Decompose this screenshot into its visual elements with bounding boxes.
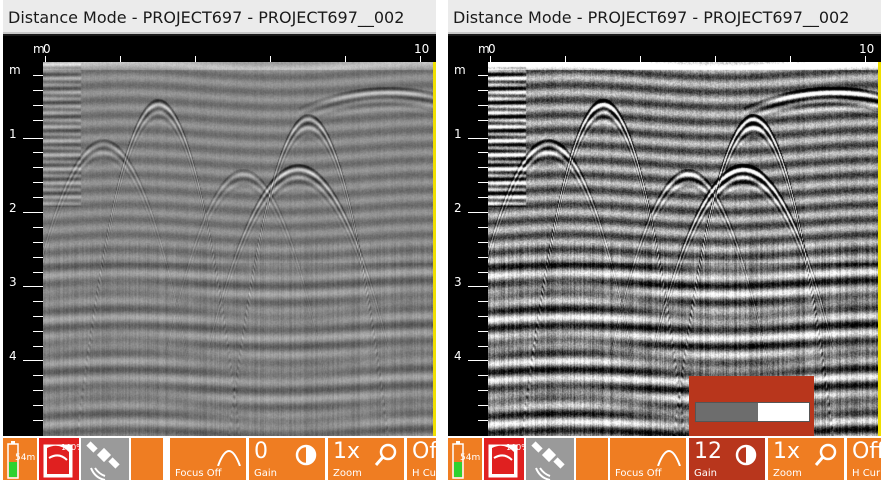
gain-button[interactable]: 12 Gain: [689, 438, 765, 480]
window-title: Distance Mode - PROJECT697 - PROJECT697_…: [448, 0, 881, 34]
radargram-panel-right: Distance Mode - PROJECT697 - PROJECT697_…: [448, 0, 881, 480]
satellite-icon: [531, 441, 565, 480]
storage-status: 100%: [484, 438, 529, 480]
depth-axis: m 1 2 3 4: [448, 62, 488, 436]
position-cursor: [433, 62, 436, 436]
distance-axis: m 0 10: [448, 36, 881, 62]
menu-button[interactable]: [576, 438, 608, 480]
battery-status: 54m: [3, 438, 37, 480]
curve-icon: [657, 450, 681, 466]
zoom-button[interactable]: 1x Zoom: [328, 438, 404, 480]
radargram-image[interactable]: [43, 62, 433, 436]
depth-label-2: 2: [9, 201, 17, 215]
gain-button[interactable]: 0 Gain: [249, 438, 325, 480]
h-cursor-value: Off: [852, 439, 881, 464]
gain-value: 12: [694, 439, 722, 464]
x-axis-end-label: 10: [414, 42, 430, 56]
gain-slider-fill[interactable]: [758, 403, 809, 421]
magnifier-icon: [814, 443, 837, 466]
bottom-toolbar: 54m 100% Focus Off: [448, 436, 881, 480]
menu-button[interactable]: [131, 438, 163, 480]
h-cursor-button[interactable]: Off H Cur: [407, 438, 436, 480]
satellite-icon: [86, 441, 120, 480]
zoom-value: 1x: [773, 439, 801, 464]
h-cursor-value: Off: [412, 439, 436, 464]
depth-label-3: 3: [454, 275, 462, 289]
depth-label-4: 4: [9, 349, 17, 363]
gain-adjust-popup[interactable]: [689, 376, 814, 438]
gain-value: 0: [254, 439, 268, 464]
window-title: Distance Mode - PROJECT697 - PROJECT697_…: [3, 0, 436, 34]
depth-label-1: 1: [454, 127, 462, 141]
battery-status: 54m: [448, 438, 482, 480]
depth-label-1: 1: [9, 127, 17, 141]
y-axis-unit: m: [454, 63, 466, 77]
zoom-label: Zoom: [333, 468, 362, 479]
storage-status: 100%: [39, 438, 84, 480]
zoom-button[interactable]: 1x Zoom: [768, 438, 844, 480]
depth-axis: m 1 2 3 4: [3, 62, 43, 436]
h-cursor-label: H Cur: [412, 468, 436, 479]
radargram-image[interactable]: [488, 62, 878, 436]
position-cursor: [878, 62, 881, 436]
battery-label: 54m: [15, 453, 36, 463]
gain-slider[interactable]: [695, 402, 810, 422]
focus-button[interactable]: Focus Off: [610, 438, 686, 480]
depth-label-4: 4: [454, 349, 462, 363]
gps-status[interactable]: [81, 438, 129, 480]
zoom-value: 1x: [333, 439, 361, 464]
focus-button[interactable]: Focus Off: [170, 438, 246, 480]
gain-label: Gain: [254, 468, 277, 479]
contrast-icon: [295, 444, 317, 466]
h-cursor-button[interactable]: Off H Cur: [847, 438, 881, 480]
distance-axis: m 0 10: [3, 36, 436, 62]
depth-label-2: 2: [454, 201, 462, 215]
x-axis-start-label: 0: [43, 42, 51, 56]
contrast-icon: [735, 444, 757, 466]
focus-label: Focus Off: [615, 468, 662, 479]
y-axis-unit: m: [9, 63, 21, 77]
zoom-label: Zoom: [773, 468, 802, 479]
curve-icon: [217, 450, 241, 466]
bottom-toolbar: 54m 100% Focus Off: [3, 436, 436, 480]
focus-label: Focus Off: [175, 468, 222, 479]
gain-label: Gain: [694, 468, 717, 479]
radargram-panel-left: Distance Mode - PROJECT697 - PROJECT697_…: [3, 0, 436, 480]
gps-status[interactable]: [526, 438, 574, 480]
magnifier-icon: [374, 443, 397, 466]
h-cursor-label: H Cur: [852, 468, 881, 479]
x-axis-start-label: 0: [488, 42, 496, 56]
depth-label-3: 3: [9, 275, 17, 289]
battery-label: 54m: [460, 453, 481, 463]
x-axis-end-label: 10: [859, 42, 875, 56]
